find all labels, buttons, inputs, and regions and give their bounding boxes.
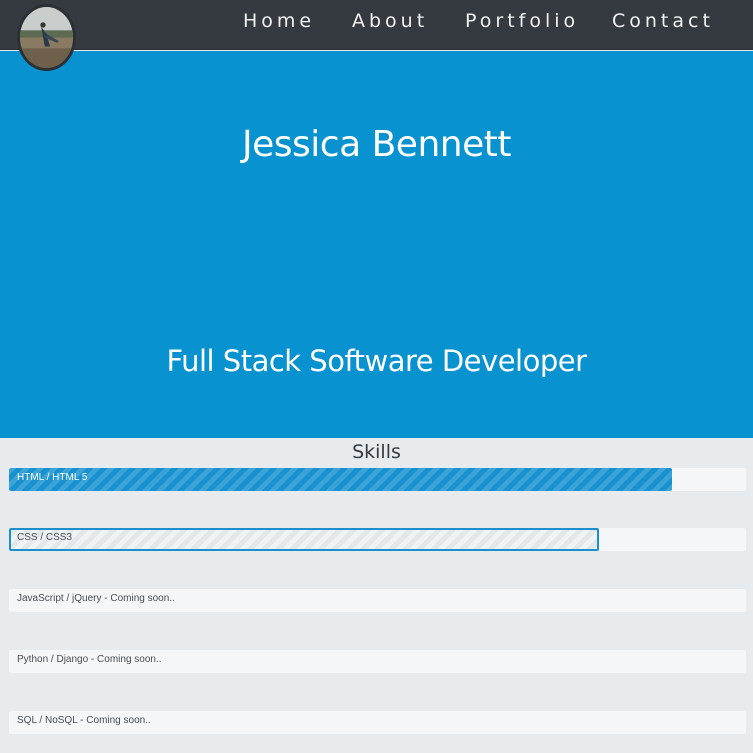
nav-link-home[interactable]: Home (243, 10, 315, 32)
skill-label: JavaScript / jQuery - Coming soon.. (17, 593, 175, 604)
navbar: Home About Portfolio Contact (0, 0, 753, 71)
skill-bar-html: HTML / HTML 5 (9, 468, 746, 491)
skills-heading: Skills (352, 441, 401, 463)
nav-link-contact[interactable]: Contact (612, 10, 714, 32)
skill-bar-sql: SQL / NoSQL - Coming soon.. (9, 711, 746, 734)
hero-name: Jessica Bennett (242, 124, 511, 165)
profile-photo-image (20, 7, 73, 68)
skill-bar-python: Python / Django - Coming soon.. (9, 650, 746, 673)
skill-bar-css: CSS / CSS3 (9, 528, 746, 551)
skill-label: Python / Django - Coming soon.. (17, 654, 162, 665)
nav-menu: Home About Portfolio Contact (0, 0, 753, 50)
hero-section: Jessica Bennett Full Stack Software Deve… (0, 51, 753, 438)
skill-bar-javascript: JavaScript / jQuery - Coming soon.. (9, 589, 746, 612)
hero-title: Full Stack Software Developer (166, 344, 587, 378)
skill-label: CSS / CSS3 (17, 532, 73, 543)
nav-link-portfolio[interactable]: Portfolio (465, 10, 579, 32)
skill-label: SQL / NoSQL - Coming soon.. (17, 715, 151, 726)
skill-progress-fill (9, 468, 673, 491)
skill-label: HTML / HTML 5 (17, 472, 88, 483)
nav-link-about[interactable]: About (352, 10, 428, 32)
profile-avatar[interactable] (17, 4, 76, 71)
skill-progress-fill (9, 528, 599, 551)
